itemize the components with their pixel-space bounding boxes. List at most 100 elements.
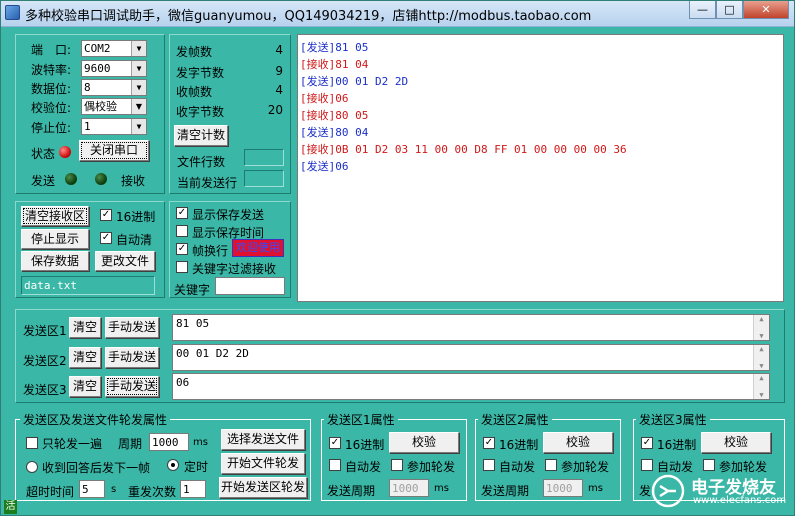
- clear-send-button[interactable]: 清空: [69, 347, 101, 368]
- scroll-down-icon[interactable]: ▼: [754, 391, 769, 399]
- recv-line-text: 0B 01 D2 03 11 00 00 D8 FF 01 00 00 00 0…: [335, 143, 627, 156]
- send-area-input[interactable]: 00 01 D2 2D ▲ ▼: [172, 344, 770, 371]
- start-area-rotation-button[interactable]: 开始发送区轮发: [219, 477, 307, 498]
- scroll-up-icon[interactable]: ▲: [754, 374, 769, 382]
- maximize-button[interactable]: □: [716, 1, 743, 19]
- hex-recv-checkbox[interactable]: ✓: [100, 209, 112, 221]
- recv-line: [接收]80 05: [300, 107, 781, 124]
- resend-label: 重发次数: [128, 485, 177, 499]
- area-period-input[interactable]: 1000: [543, 479, 583, 497]
- scroll-up-icon[interactable]: ▲: [754, 315, 769, 323]
- area-auto-send-checkbox[interactable]: [483, 459, 495, 471]
- stop-display-button[interactable]: 停止显示: [21, 229, 89, 249]
- after-reply-label: 收到回答后发下一帧: [42, 461, 151, 475]
- send-area-input[interactable]: 81 05 ▲ ▼: [172, 314, 770, 341]
- period-label: 周期: [118, 437, 143, 451]
- change-file-button[interactable]: 更改文件: [95, 251, 155, 271]
- area-join-rotation-checkbox[interactable]: [545, 459, 557, 471]
- area-auto-send-checkbox[interactable]: [329, 459, 341, 471]
- watermark-url: www.elecfans.com: [693, 495, 787, 506]
- manual-send-button[interactable]: 手动发送: [105, 376, 159, 397]
- port-label: 端 口:: [31, 43, 72, 57]
- elecfans-watermark: 电子发烧友 www.elecfans.com: [651, 471, 789, 513]
- bytes-recv-label: 收字节数: [176, 105, 225, 119]
- show-save-time-checkbox[interactable]: [176, 225, 188, 237]
- scroll-down-icon[interactable]: ▼: [754, 362, 769, 370]
- area-checksum-button[interactable]: 校验: [701, 432, 771, 453]
- rotate-once-label: 只轮发一遍: [42, 437, 103, 451]
- keyword-filter-checkbox[interactable]: [176, 261, 188, 273]
- recv-line-tag: [发送]: [300, 126, 336, 139]
- scrollbar[interactable]: ▲ ▼: [753, 345, 769, 370]
- bytes-recv-value: 20: [267, 103, 283, 117]
- frame-newline-checkbox[interactable]: ✓: [176, 243, 188, 255]
- autoclear-checkbox[interactable]: ✓: [100, 232, 112, 244]
- recv-line-tag: [发送]: [300, 160, 336, 173]
- area-props-title: 发送区2属性: [478, 411, 552, 428]
- send-area-label: 发送区3: [23, 383, 67, 397]
- clear-recv-button[interactable]: 清空接收区: [21, 206, 89, 226]
- area-period-input[interactable]: 1000: [389, 479, 429, 497]
- recv-line-tag: [接收]: [300, 143, 336, 156]
- clear-send-button[interactable]: 清空: [69, 317, 101, 338]
- clear-count-button[interactable]: 清空计数: [174, 125, 228, 146]
- manual-send-button[interactable]: 手动发送: [105, 347, 159, 368]
- area-checksum-button[interactable]: 校验: [543, 432, 613, 453]
- elecfans-logo-icon: [651, 474, 685, 508]
- stopbits-select[interactable]: 1 ▼: [81, 118, 147, 135]
- scrollbar[interactable]: ▲ ▼: [753, 374, 769, 399]
- databits-label: 数据位:: [31, 82, 72, 96]
- area-checksum-button[interactable]: 校验: [389, 432, 459, 453]
- frames-sent-value: 4: [275, 43, 283, 57]
- after-reply-radio[interactable]: [26, 461, 38, 473]
- recv-line: [发送]81 05: [300, 39, 781, 56]
- area-auto-send-checkbox[interactable]: [641, 459, 653, 471]
- recv-indicator-label: 接收: [121, 174, 146, 188]
- databits-select[interactable]: 8 ▼: [81, 79, 147, 96]
- period-input[interactable]: 1000: [149, 433, 189, 451]
- area-hex-checkbox[interactable]: ✓: [641, 437, 653, 449]
- timed-radio[interactable]: [167, 459, 179, 471]
- frames-recv-value: 4: [275, 83, 283, 97]
- parity-select[interactable]: 偶校验 ▼: [81, 98, 147, 115]
- select-file-button[interactable]: 选择发送文件: [221, 429, 305, 450]
- send-area-input[interactable]: 06 ▲ ▼: [172, 373, 770, 400]
- timeout-input[interactable]: 5: [79, 480, 105, 498]
- close-button[interactable]: ✕: [743, 1, 789, 19]
- send-area-label: 发送区2: [23, 354, 67, 368]
- area-hex-checkbox[interactable]: ✓: [483, 437, 495, 449]
- manual-send-button[interactable]: 手动发送: [105, 317, 159, 338]
- area-period-label: 发: [639, 484, 652, 498]
- rotate-once-checkbox[interactable]: [26, 437, 38, 449]
- resend-input[interactable]: 1: [180, 480, 206, 498]
- baud-select[interactable]: 9600 ▼: [81, 60, 147, 77]
- app-window: 多种校验串口调试助手，微信guanyumou，QQ149034219，店铺htt…: [0, 0, 795, 516]
- chevron-down-icon: ▼: [131, 119, 146, 134]
- area-hex-label: 16进制: [657, 438, 697, 452]
- area-join-rotation-checkbox[interactable]: [391, 459, 403, 471]
- minimize-button[interactable]: —: [689, 1, 716, 19]
- frames-recv-label: 收帧数: [176, 85, 213, 99]
- save-data-button[interactable]: 保存数据: [21, 251, 89, 271]
- area-hex-checkbox[interactable]: ✓: [329, 437, 341, 449]
- show-save-send-checkbox[interactable]: ✓: [176, 207, 188, 219]
- close-port-button[interactable]: 关闭串口: [79, 140, 149, 161]
- keyword-input[interactable]: [215, 277, 285, 295]
- filename-field: data.txt: [21, 276, 155, 295]
- baud-value: 9600: [84, 62, 111, 75]
- start-file-rotation-button[interactable]: 开始文件轮发: [221, 453, 305, 474]
- area-join-rotation-checkbox[interactable]: [703, 459, 715, 471]
- scroll-up-icon[interactable]: ▲: [754, 345, 769, 353]
- recv-line: [接收]81 04: [300, 56, 781, 73]
- clear-send-button[interactable]: 清空: [69, 376, 101, 397]
- port-select[interactable]: COM2 ▼: [81, 40, 147, 57]
- recv-line-text: 06: [335, 160, 349, 173]
- recv-line: [发送]80 04: [300, 124, 781, 141]
- scroll-down-icon[interactable]: ▼: [754, 332, 769, 340]
- hex-recv-label: 16进制: [116, 210, 156, 224]
- send-area-content: 00 01 D2 2D: [176, 347, 249, 360]
- scrollbar[interactable]: ▲ ▼: [753, 315, 769, 340]
- receive-area[interactable]: [发送]81 05 [接收]81 04 [发送]00 01 D2 2D [接收]06[…: [297, 34, 784, 302]
- area-hex-label: 16进制: [499, 438, 539, 452]
- area-auto-send-label: 自动发: [345, 460, 382, 474]
